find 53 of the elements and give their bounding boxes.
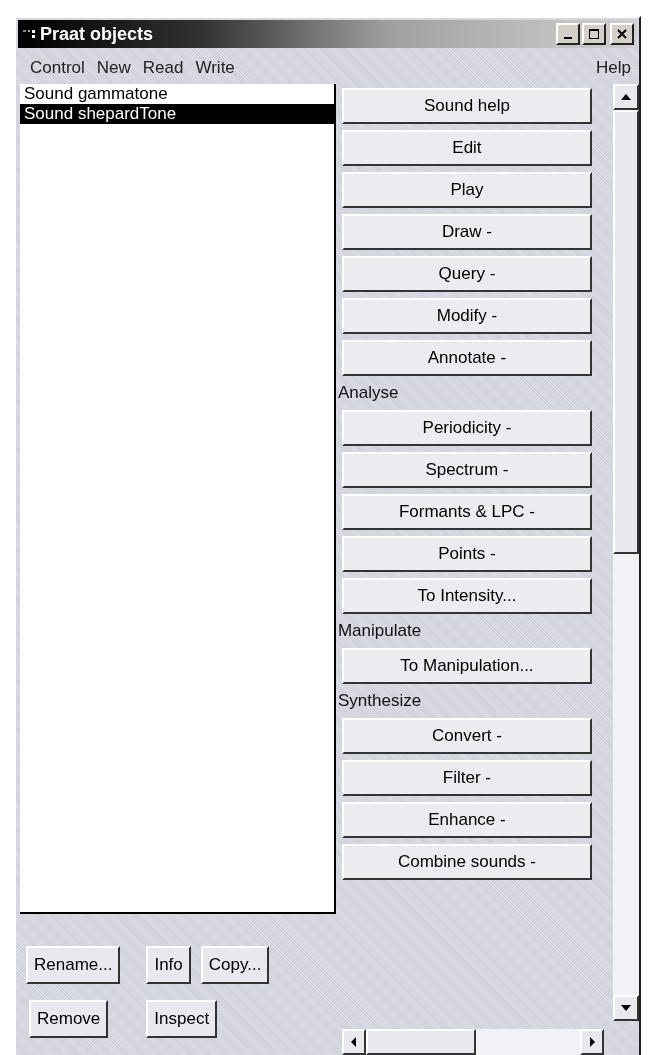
action-button[interactable]: To Manipulation... [341,648,592,684]
action-button[interactable]: Periodicity - [341,410,592,446]
action-button[interactable]: Spectrum - [341,452,592,488]
list-item[interactable]: Sound shepardTone [20,104,334,124]
left-arrow-icon [350,1037,357,1047]
action-button[interactable]: Convert - [341,718,592,754]
right-arrow-icon [588,1037,595,1047]
command-button[interactable]: Remove [29,1000,109,1038]
action-button[interactable]: Play [341,172,592,208]
action-button[interactable]: Filter - [341,760,592,796]
action-button[interactable]: Sound help [341,88,592,124]
action-button[interactable]: Combine sounds - [341,844,592,880]
horizontal-scrollbar[interactable] [341,1029,604,1055]
close-button[interactable] [610,23,634,45]
scrollbar-thumb[interactable] [613,110,639,554]
action-button[interactable]: Edit [341,130,592,166]
list-item[interactable]: Sound gammatone [20,84,334,104]
command-button[interactable]: Copy... [200,946,270,984]
app-icon [22,27,36,41]
minimize-icon [564,37,572,39]
action-button[interactable]: Draw - [341,214,592,250]
action-button[interactable]: Points - [341,536,592,572]
menu-item[interactable]: New [96,58,131,78]
action-button[interactable]: Modify - [341,298,592,334]
up-arrow-icon [621,94,632,100]
maximize-icon [588,28,600,40]
command-button[interactable]: Rename... [26,946,121,984]
window-title: Praat objects [40,23,155,45]
scroll-up-button[interactable] [613,84,639,110]
command-button[interactable]: Inspect [146,1000,218,1038]
scroll-left-button[interactable] [341,1029,366,1055]
down-arrow-icon [621,1005,632,1011]
minimize-button[interactable] [556,23,580,45]
maximize-button[interactable] [582,23,606,45]
vertical-scrollbar[interactable] [613,84,639,1021]
close-icon [616,28,628,40]
scroll-down-button[interactable] [613,995,639,1021]
menu-item[interactable]: Read [142,58,184,78]
menu-item[interactable]: Control [30,58,85,78]
action-button[interactable]: Enhance - [341,802,592,838]
menu-item[interactable]: Help [596,58,631,77]
section-label: Manipulate [337,620,423,642]
action-button[interactable]: Formants & LPC - [341,494,592,530]
action-button[interactable]: Query - [341,256,592,292]
action-button[interactable]: Annotate - [341,340,592,376]
action-button[interactable]: To Intensity... [341,578,592,614]
command-button[interactable]: Info [146,946,191,984]
menu-item[interactable]: Write [195,58,235,78]
scroll-right-button[interactable] [579,1029,604,1055]
scrollbar-thumb[interactable] [365,1029,476,1055]
object-list[interactable]: Sound gammatone Sound shepardTone [20,84,336,914]
section-label: Synthesize [337,690,423,712]
section-label: Analyse [337,382,400,404]
